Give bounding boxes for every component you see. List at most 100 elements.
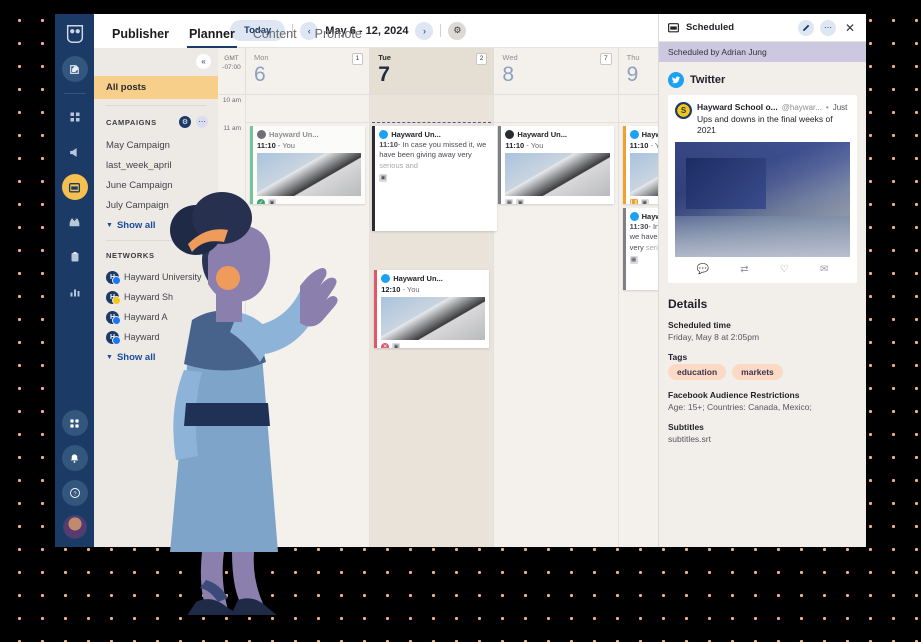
event-title: Hayward Un... — [393, 274, 443, 283]
svg-text:?: ? — [73, 491, 76, 497]
more-options-button[interactable]: ⋯ — [820, 19, 836, 36]
event-title: Hayward Un... — [269, 130, 319, 139]
campaigns-show-all-link[interactable]: ▼ Show all — [94, 215, 218, 234]
rail-item-compose[interactable] — [61, 56, 88, 82]
like-icon[interactable]: ♡ — [780, 264, 789, 275]
day-number: 7 — [378, 62, 390, 86]
scheduled-time-label: Scheduled time — [668, 319, 731, 330]
app-window: ? Publisher Planner Content Promote « Al… — [55, 14, 866, 547]
collapse-sidebar-button[interactable]: « — [196, 53, 211, 69]
user-avatar[interactable] — [62, 515, 87, 539]
network-label: Hayward — [124, 332, 160, 342]
network-name: Twitter — [690, 74, 726, 86]
twitter-icon — [381, 274, 391, 283]
tweet-image — [675, 141, 850, 257]
day-column-wed[interactable]: Hayward Un... 11:10 - You ▦ ▣ — [493, 95, 618, 547]
rail-bottom-group: ? — [61, 410, 88, 547]
event-text: 11:10- In case you missed it, we have be… — [379, 140, 487, 170]
sidebar-item-network[interactable]: H Hayward Sh — [94, 287, 218, 307]
share-icon[interactable]: ✉ — [820, 264, 828, 275]
calendar-settings-button[interactable]: ⚙ — [448, 21, 467, 40]
rail-item-analytics[interactable] — [62, 279, 88, 305]
rail-item-publishing[interactable] — [61, 174, 88, 200]
networks-show-all-link[interactable]: ▼ Show all — [94, 347, 218, 366]
subtitles-label: Subtitles — [668, 421, 704, 432]
next-week-button[interactable]: › — [415, 21, 434, 40]
image-icon: ▣ — [392, 343, 401, 348]
day-column-mon[interactable]: Hayward Un... 11:10 - You ✓ ▣ — [245, 95, 370, 547]
calendar-icon — [668, 23, 679, 33]
rail-item-engage[interactable] — [62, 139, 88, 165]
tweet-author-name: Hayward School o... — [697, 102, 778, 112]
event-time: 12:10 - You — [381, 285, 420, 294]
timezone-label: GMT -07:00 — [218, 48, 245, 94]
day-header-wed[interactable]: Wed 7 8 — [493, 48, 618, 94]
chevron-down-icon: ▼ — [106, 222, 113, 229]
scheduled-by-label: Scheduled by Adrian Jung — [659, 42, 866, 62]
sidebar-item-campaign[interactable]: July Campaign — [94, 195, 218, 215]
tab-promote[interactable]: Promote — [306, 27, 371, 48]
rail-item-dashboard[interactable] — [62, 104, 88, 130]
compose-icon — [70, 64, 80, 74]
tweet-preview-card: S Hayward School o... @haywar... • Just … — [668, 95, 857, 283]
event-card[interactable]: Hayward Un... 11:10 - You ▦ ▣ — [498, 126, 614, 204]
day-name: Thu — [626, 53, 640, 62]
help-icon: ? — [69, 488, 80, 498]
panel-header: Scheduled ⋯ ✕ — [659, 14, 866, 42]
twitter-icon — [379, 130, 389, 139]
bar-chart-icon — [70, 289, 79, 297]
close-panel-button[interactable]: ✕ — [842, 20, 858, 36]
event-card[interactable]: Hayward Un... 11:10 - You ✓ ▣ — [250, 126, 366, 204]
approved-check-icon: ✓ — [257, 199, 265, 204]
sidebar-item-campaign[interactable]: May Campaign — [94, 135, 218, 155]
day-column-tue[interactable]: Hayward Un... 11:10- In case you missed … — [369, 95, 498, 547]
event-card-selected[interactable]: Hayward Un... 11:10- In case you missed … — [372, 126, 498, 231]
tag-chip[interactable]: education — [668, 363, 727, 380]
apps-grid-icon — [70, 418, 79, 428]
tag-chip[interactable]: markets — [732, 363, 783, 380]
event-card[interactable]: Hayward Un... 12:10 - You ✕ ▣ — [374, 270, 490, 348]
gmt-line-1: GMT — [224, 55, 239, 62]
pencil-icon — [802, 24, 809, 31]
rail-item-apps[interactable] — [61, 410, 88, 436]
sidebar-item-network[interactable]: H Hayward A — [94, 307, 218, 327]
tab-publisher[interactable]: Publisher — [103, 27, 178, 48]
tags-label: Tags — [668, 351, 688, 362]
tab-planner[interactable]: Planner — [180, 27, 244, 48]
day-post-count: 1 — [351, 53, 364, 65]
network-label: Hayward University — [124, 272, 202, 282]
details-heading: Details — [668, 296, 708, 311]
sidebar-item-campaign[interactable]: last_week_april — [94, 155, 218, 175]
twitter-icon — [257, 130, 266, 139]
tweet-author-handle: @haywar... — [781, 103, 822, 112]
rail-item-help[interactable]: ? — [61, 480, 88, 506]
reply-icon[interactable]: 💬 — [697, 264, 709, 275]
tab-content[interactable]: Content — [244, 27, 306, 48]
bell-icon — [70, 453, 79, 463]
sidebar-item-campaign[interactable]: June Campaign — [94, 175, 218, 195]
edit-button[interactable] — [798, 19, 814, 36]
dashboard-icon — [70, 112, 79, 122]
sidebar-item-network[interactable]: H Hayward University — [94, 267, 218, 287]
rejected-x-icon: ✕ — [381, 343, 390, 348]
rail-item-notifications[interactable] — [61, 445, 88, 471]
day-number: 6 — [254, 62, 266, 86]
rail-item-tasks[interactable] — [62, 244, 88, 270]
tweet-action-bar: 💬 ⇄ ♡ ✉ — [675, 264, 850, 276]
rail-item-inbox[interactable] — [62, 209, 88, 235]
scheduled-time-value: Friday, May 8 at 2:05pm — [668, 331, 760, 342]
retweet-icon[interactable]: ⇄ — [740, 264, 748, 275]
ellipsis-icon[interactable]: ⋯ — [196, 116, 208, 128]
campaigns-section-header: CAMPAIGNS ⚙ ⋯ — [94, 106, 218, 135]
sidebar-item-all-posts[interactable]: All posts — [94, 76, 218, 99]
doc-icon: ▦ — [629, 256, 638, 265]
image-icon: ▣ — [268, 199, 276, 204]
network-avatar-icon: H — [106, 310, 121, 325]
sidebar-column: Publisher Planner Content Promote « All … — [94, 14, 362, 547]
sidebar-item-network[interactable]: H Hayward — [94, 327, 218, 347]
day-header-mon[interactable]: Mon 1 6 — [245, 48, 370, 94]
day-header-tue[interactable]: Tue 2 7 — [369, 48, 494, 94]
gear-icon[interactable]: ⚙ — [179, 116, 191, 128]
sidebar-panel: « All posts CAMPAIGNS ⚙ ⋯ May Campaign l… — [94, 48, 218, 547]
chevron-down-icon: ▼ — [106, 354, 113, 361]
